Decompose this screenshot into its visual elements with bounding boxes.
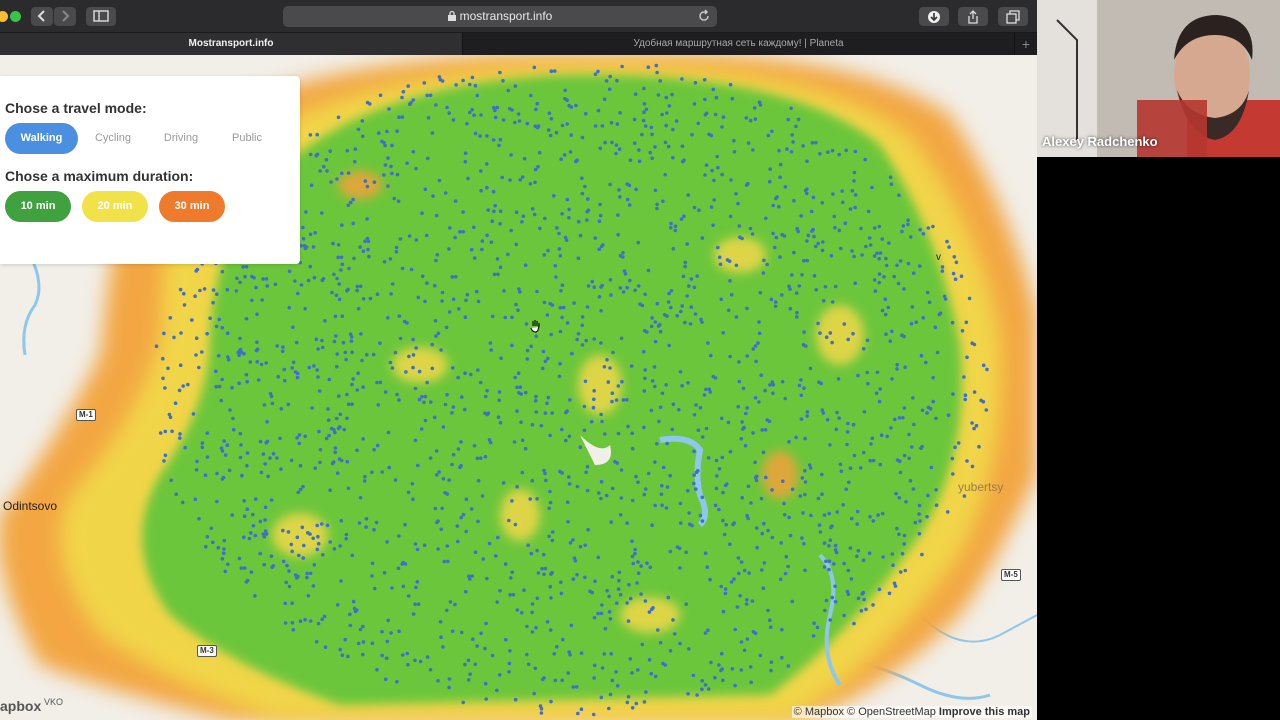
mode-driving-button[interactable]: Driving xyxy=(150,123,212,154)
tab-bar: Mostransport.info Удобная маршрутная сет… xyxy=(0,33,1037,55)
mapbox-logo[interactable]: apbox xyxy=(0,698,41,714)
isochrone-map[interactable]: Chose a travel mode: Walking Cycling Dri… xyxy=(0,55,1037,720)
participant-name: Alexey Radchenko xyxy=(1042,134,1158,149)
download-button[interactable] xyxy=(919,7,949,26)
map-attribution: © Mapbox © OpenStreetMap Improve this ma… xyxy=(791,706,1032,718)
zoom-dot[interactable] xyxy=(10,11,21,22)
mode-walking-button[interactable]: Walking xyxy=(5,123,78,154)
sidebar-button[interactable] xyxy=(86,7,116,26)
mode-public-button[interactable]: Public xyxy=(218,123,276,154)
duration-10-button[interactable]: 10 min xyxy=(5,191,71,222)
screen: mostransport.info Mostransport.info Удоб… xyxy=(0,0,1280,720)
tab-planeta[interactable]: Удобная маршрутная сеть каждому! | Plane… xyxy=(462,33,1014,55)
url-text: mostransport.info xyxy=(459,9,553,23)
minimize-dot[interactable] xyxy=(0,11,8,22)
address-bar[interactable]: mostransport.info xyxy=(283,6,717,27)
reload-icon[interactable] xyxy=(697,9,711,23)
tab-mostransport[interactable]: Mostransport.info xyxy=(0,33,462,55)
duration-20-button[interactable]: 20 min xyxy=(82,191,148,222)
duration-30-button[interactable]: 30 min xyxy=(159,191,225,222)
new-tab-button[interactable]: + xyxy=(1014,33,1037,55)
road-m1-shield: M-1 xyxy=(76,409,96,421)
forward-button[interactable] xyxy=(54,7,76,26)
webcam-feed: Alexey Radchenko xyxy=(1037,0,1280,157)
plus-icon: + xyxy=(1021,36,1031,52)
road-m3-shield: M-3 xyxy=(197,645,217,657)
back-button[interactable] xyxy=(31,7,53,26)
back-icon xyxy=(37,10,45,22)
lock-icon xyxy=(447,11,456,21)
sidebar-icon xyxy=(93,10,109,22)
share-icon xyxy=(968,10,978,24)
attrib-mapbox[interactable]: © Mapbox xyxy=(794,706,844,718)
label-lyubertsy: yubertsy xyxy=(958,480,1004,494)
download-icon xyxy=(928,11,940,23)
label-odintsovo: Odintsovo xyxy=(3,499,58,513)
duration-title: Chose a maximum duration: xyxy=(5,168,194,184)
tabs-button[interactable] xyxy=(998,7,1028,26)
road-m5-shield: M-5 xyxy=(1001,569,1021,581)
attrib-osm[interactable]: © OpenStreetMap xyxy=(847,706,936,718)
empty-video-area xyxy=(1037,157,1280,720)
travel-mode-title: Chose a travel mode: xyxy=(5,100,147,116)
improve-map-link[interactable]: Improve this map xyxy=(939,706,1030,718)
travel-options-panel: Chose a travel mode: Walking Cycling Dri… xyxy=(0,76,300,264)
forward-icon xyxy=(62,10,70,22)
label-v: v xyxy=(936,252,941,263)
share-button[interactable] xyxy=(958,7,988,26)
browser-toolbar: mostransport.info xyxy=(0,0,1037,33)
mode-cycling-button[interactable]: Cycling xyxy=(82,123,144,154)
tabs-icon xyxy=(1006,10,1020,24)
label-vko: VKO xyxy=(44,697,64,707)
